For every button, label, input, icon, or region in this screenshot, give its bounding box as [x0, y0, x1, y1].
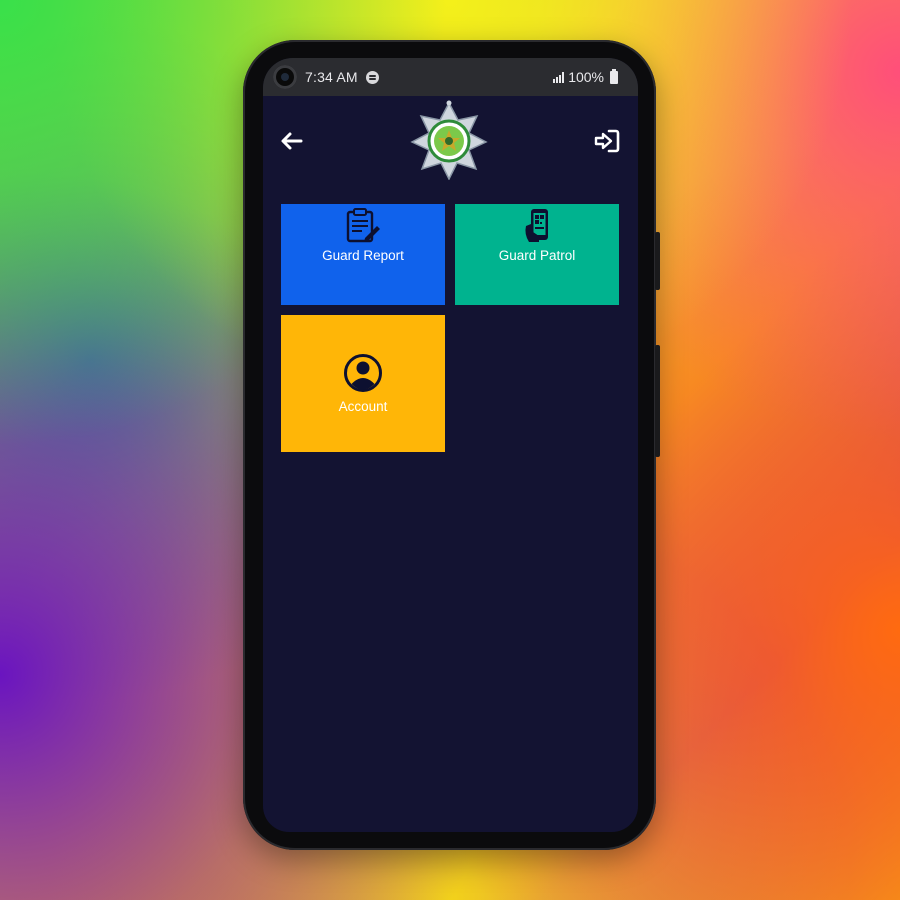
battery-icon: [610, 68, 618, 84]
back-button[interactable]: [277, 126, 307, 156]
account-label: Account: [338, 399, 388, 414]
guard-report-label: Guard Report: [322, 248, 404, 263]
security-badge-logo: [410, 100, 488, 180]
status-time: 7:34 AM: [305, 69, 358, 85]
front-camera: [273, 65, 297, 89]
account-tile[interactable]: Account: [281, 315, 445, 452]
volume-button: [655, 232, 660, 290]
user-circle-icon: [344, 354, 382, 392]
spotify-icon: [365, 70, 379, 84]
guard-report-tile[interactable]: Guard Report: [281, 204, 445, 305]
guard-patrol-label: Guard Patrol: [498, 248, 576, 263]
status-bar: 7:34 AM 100%: [263, 58, 638, 96]
sign-in-icon: [594, 129, 620, 153]
status-left: 7:34 AM: [273, 65, 379, 89]
arrow-left-icon: [281, 132, 303, 150]
app-bar: [263, 96, 638, 194]
status-right: 100%: [553, 68, 618, 85]
battery-percent: 100%: [568, 69, 604, 85]
qr-phone-scan-icon: [525, 209, 548, 242]
signal-icon: [553, 71, 565, 83]
app-screen: 7:34 AM 100% Guard Report Guard Patrol A…: [263, 58, 638, 832]
clipboard-edit-icon: [346, 208, 380, 243]
logout-button[interactable]: [592, 126, 622, 156]
power-button: [655, 345, 660, 457]
guard-patrol-tile[interactable]: Guard Patrol: [455, 204, 619, 305]
